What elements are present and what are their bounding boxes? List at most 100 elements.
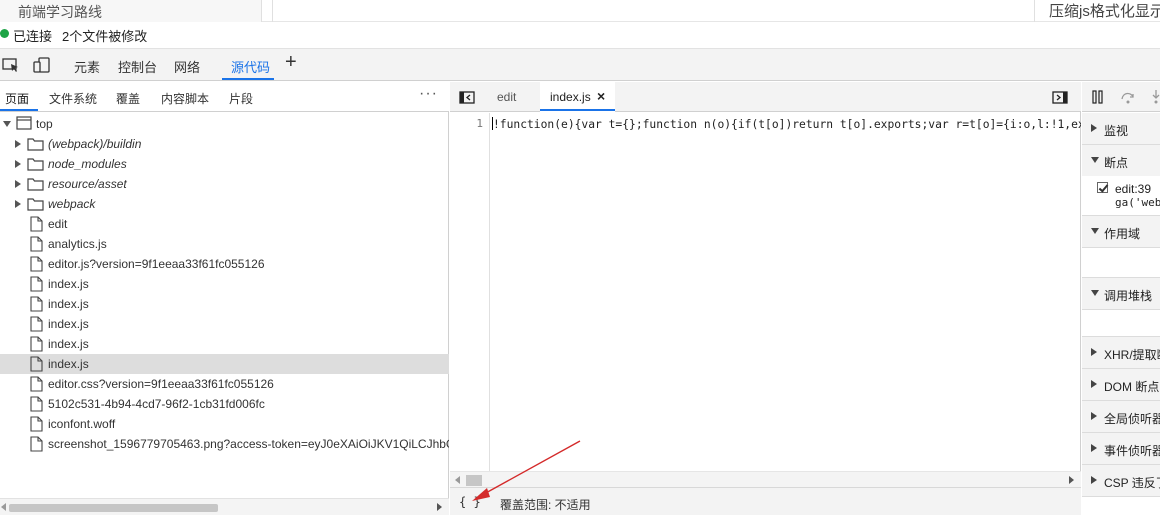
breakpoint-item[interactable]: edit:39 ga('webpack': [1082, 176, 1160, 216]
expanded-arrow-icon[interactable]: [1091, 290, 1099, 296]
active-editor-tab-indicator: [540, 109, 615, 111]
scroll-right-arrow-icon[interactable]: [437, 503, 442, 511]
navigator-panel: 页面 文件系统 覆盖 内容脚本 片段 ··· top (webpack)/bui…: [0, 82, 449, 515]
add-tab-button[interactable]: +: [285, 51, 297, 74]
file-icon: [30, 396, 43, 412]
scroll-right-arrow-icon[interactable]: [1069, 476, 1074, 484]
folder-label: resource/asset: [48, 177, 127, 191]
tab-sources[interactable]: 源代码: [231, 57, 270, 76]
subtab-page[interactable]: 页面: [5, 90, 29, 107]
subtab-overrides[interactable]: 覆盖: [116, 90, 140, 107]
tree-folder[interactable]: resource/asset: [0, 174, 449, 194]
expanded-arrow-icon[interactable]: [1091, 228, 1099, 234]
page-nav-item[interactable]: 前端学习路线: [0, 0, 262, 22]
tree-file[interactable]: editor.js?version=9f1eeaa33f61fc055126: [0, 254, 449, 274]
toggle-debugger-icon[interactable]: [1052, 91, 1068, 104]
tree-file[interactable]: editor.css?version=9f1eeaa33f61fc055126: [0, 374, 449, 394]
tree-folder[interactable]: (webpack)/buildin: [0, 134, 449, 154]
breakpoint-location[interactable]: edit:39: [1115, 182, 1151, 196]
section-title: XHR/提取断点: [1104, 348, 1160, 362]
scope-content: [1082, 248, 1160, 278]
collapsed-arrow-icon[interactable]: [1091, 380, 1097, 388]
file-label: index.js: [48, 277, 89, 291]
file-icon: [30, 376, 43, 392]
tree-item-label: top: [36, 117, 53, 131]
editor-horizontal-scrollbar[interactable]: [450, 471, 1081, 487]
page-header-strip: 前端学习路线 压缩js格式化显示: [0, 0, 1160, 22]
tree-file[interactable]: screenshot_1596779705463.png?access-toke…: [0, 434, 449, 454]
expanded-arrow-icon[interactable]: [3, 121, 11, 127]
section-event-listener-breakpoints[interactable]: 事件侦听器断点: [1082, 433, 1160, 465]
section-scope[interactable]: 作用域: [1082, 216, 1160, 248]
file-icon: [30, 276, 43, 292]
step-over-icon[interactable]: [1120, 89, 1136, 105]
inspect-element-icon[interactable]: [2, 57, 20, 73]
tree-file[interactable]: edit: [0, 214, 449, 234]
tree-file[interactable]: analytics.js: [0, 234, 449, 254]
tree-item-top[interactable]: top: [0, 114, 449, 134]
collapsed-arrow-icon[interactable]: [1091, 412, 1097, 420]
scrollbar-thumb[interactable]: [466, 475, 482, 486]
debugger-sidebar: 监视 断点 edit:39 ga('webpack' 作用域 调用堆栈 XHR/…: [1082, 82, 1160, 515]
file-label: index.js: [48, 317, 89, 331]
devtools-tab-bar: 元素 控制台 网络 源代码 +: [0, 48, 1160, 81]
tree-folder[interactable]: webpack: [0, 194, 449, 214]
pretty-print-button[interactable]: { }: [459, 495, 481, 509]
file-label: 5102c531-4b94-4cd7-96f2-1cb31fd006fc: [48, 397, 265, 411]
section-title: 调用堆栈: [1104, 289, 1153, 303]
tab-network[interactable]: 网络: [174, 57, 200, 76]
subtab-snippets[interactable]: 片段: [229, 90, 253, 107]
collapsed-arrow-icon[interactable]: [15, 180, 21, 188]
tab-console[interactable]: 控制台: [118, 57, 157, 76]
code-line[interactable]: !function(e){var t={};function n(o){if(t…: [492, 117, 1081, 131]
section-watch[interactable]: 监视: [1082, 113, 1160, 145]
scrollbar-thumb[interactable]: [9, 504, 218, 512]
device-toolbar-icon[interactable]: [33, 57, 51, 73]
tree-folder[interactable]: node_modules: [0, 154, 449, 174]
section-csp-breakpoints[interactable]: CSP 违反了断点: [1082, 465, 1160, 497]
subtab-content-scripts[interactable]: 内容脚本: [161, 90, 209, 107]
tree-file[interactable]: index.js: [0, 334, 449, 354]
tab-elements[interactable]: 元素: [74, 57, 100, 76]
collapsed-arrow-icon[interactable]: [1091, 348, 1097, 356]
tree-file[interactable]: iconfont.woff: [0, 414, 449, 434]
line-number-gutter[interactable]: 1: [450, 113, 490, 471]
subtab-filesystem[interactable]: 文件系统: [49, 90, 97, 107]
file-label: editor.css?version=9f1eeaa33f61fc055126: [48, 377, 274, 391]
tree-file[interactable]: index.js: [0, 294, 449, 314]
line-number[interactable]: 1: [476, 117, 483, 130]
navigator-horizontal-scrollbar[interactable]: [0, 498, 449, 515]
collapsed-arrow-icon[interactable]: [15, 200, 21, 208]
file-label: editor.js?version=9f1eeaa33f61fc055126: [48, 257, 265, 271]
collapsed-arrow-icon[interactable]: [15, 160, 21, 168]
tree-file[interactable]: index.js: [0, 314, 449, 334]
close-tab-icon[interactable]: ×: [597, 88, 605, 104]
editor-tab-edit[interactable]: edit: [497, 90, 516, 104]
tree-file[interactable]: index.js: [0, 274, 449, 294]
collapsed-arrow-icon[interactable]: [1091, 476, 1097, 484]
collapsed-arrow-icon[interactable]: [1091, 444, 1097, 452]
section-breakpoints[interactable]: 断点: [1082, 145, 1160, 177]
scroll-left-arrow-icon[interactable]: [1, 503, 6, 511]
tree-file-selected[interactable]: index.js: [0, 354, 449, 374]
scroll-left-arrow-icon[interactable]: [455, 476, 460, 484]
step-into-icon[interactable]: [1150, 89, 1160, 105]
editor-tab-indexjs[interactable]: index.js: [550, 90, 591, 104]
collapsed-arrow-icon[interactable]: [15, 140, 21, 148]
file-icon: [30, 256, 43, 272]
toggle-navigator-icon[interactable]: [459, 91, 475, 104]
expanded-arrow-icon[interactable]: [1091, 157, 1099, 163]
breakpoint-checkbox[interactable]: [1097, 182, 1108, 193]
section-call-stack[interactable]: 调用堆栈: [1082, 278, 1160, 310]
section-title: 全局侦听器: [1104, 412, 1160, 426]
folder-label: (webpack)/buildin: [48, 137, 142, 151]
section-xhr-breakpoints[interactable]: XHR/提取断点: [1082, 337, 1160, 369]
section-global-listeners[interactable]: 全局侦听器: [1082, 401, 1160, 433]
modified-files-count[interactable]: 2个文件被修改: [62, 26, 147, 45]
section-dom-breakpoints[interactable]: DOM 断点: [1082, 369, 1160, 401]
pause-icon[interactable]: [1091, 90, 1105, 104]
tree-file[interactable]: 5102c531-4b94-4cd7-96f2-1cb31fd006fc: [0, 394, 449, 414]
file-icon: [30, 216, 43, 232]
collapsed-arrow-icon[interactable]: [1091, 124, 1097, 132]
more-options-icon[interactable]: ···: [419, 85, 438, 103]
